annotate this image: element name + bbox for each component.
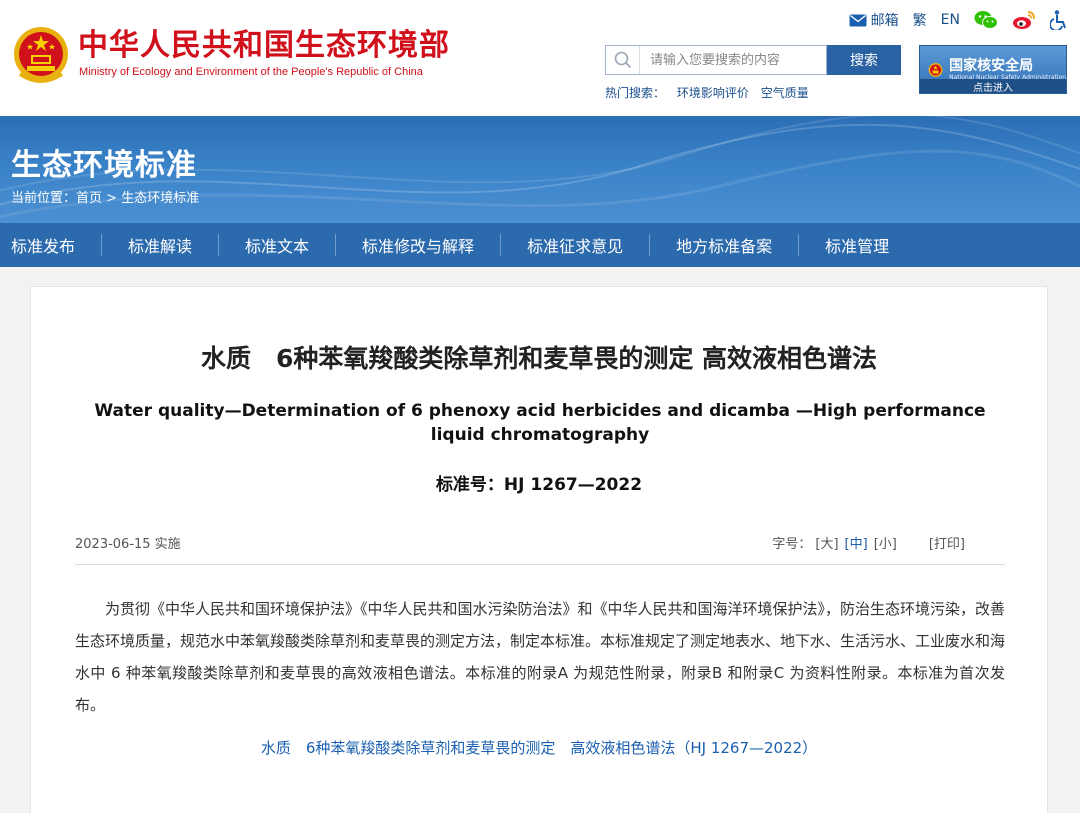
main-nav: 标准发布 标准解读 标准文本 标准修改与解释 标准征求意见 地方标准备案 标准管… (0, 223, 1080, 267)
weibo-icon[interactable] (1012, 10, 1036, 30)
traditional-chinese-link[interactable]: 繁 (913, 10, 927, 30)
mail-icon (849, 14, 867, 26)
nav-item-standard-management[interactable]: 标准管理 (799, 223, 915, 267)
font-size-medium-button[interactable]: [中] (845, 533, 868, 552)
article-title-en: Water quality—Determination of 6 phenoxy… (94, 401, 986, 445)
nnsa-name-cn: 国家核安全局 (949, 57, 1034, 74)
search-icon[interactable] (606, 46, 640, 74)
font-size-label: 字号： (772, 537, 812, 552)
article-card: 水质 6种苯氧羧酸类除草剂和麦草畏的测定 高效液相色谱法 Water quali… (30, 286, 1048, 813)
nav-item-standard-consultation[interactable]: 标准征求意见 (501, 223, 649, 267)
site-logo-subtitle[interactable]: Ministry of Ecology and Environment of t… (79, 66, 423, 78)
nav-item-local-standard-filing[interactable]: 地方标准备案 (650, 223, 798, 267)
nav-item-standard-revision[interactable]: 标准修改与解释 (336, 223, 500, 267)
breadcrumb-home[interactable]: 首页 (76, 191, 102, 206)
hot-search-item[interactable]: 空气质量 (761, 86, 809, 100)
nnsa-banner-link[interactable]: 国家核安全局 National Nuclear Safety Administr… (919, 45, 1067, 94)
article-body: 为贯彻《中华人民共和国环境保护法》《中华人民共和国水污染防治法》和《中华人民共和… (75, 600, 1006, 714)
nav-item-standard-interpretation[interactable]: 标准解读 (102, 223, 218, 267)
hot-search-item[interactable]: 环境影响评价 (677, 86, 749, 100)
font-size-small-button[interactable]: [小] (874, 533, 897, 552)
breadcrumb: 当前位置：首页 > 生态环境标准 (11, 187, 199, 206)
site-header: 中华人民共和国生态环境部 Ministry of Ecology and Env… (0, 0, 1080, 116)
top-links: 邮箱 繁 EN (849, 8, 1068, 32)
national-emblem-icon[interactable] (12, 24, 70, 86)
breadcrumb-separator: > (102, 191, 122, 206)
font-size-large-button[interactable]: [大] (815, 533, 838, 552)
site-logo-title[interactable]: 中华人民共和国生态环境部 (78, 26, 450, 66)
nav-item-standard-release[interactable]: 标准发布 (0, 223, 101, 267)
print-button[interactable]: [打印] (929, 533, 965, 552)
article-tools: 字号： [大] [中] [小] [打印] (772, 533, 965, 552)
breadcrumb-current[interactable]: 生态环境标准 (121, 191, 199, 206)
page-banner: 生态环境标准 当前位置：首页 > 生态环境标准 (0, 116, 1080, 223)
mail-link[interactable]: 邮箱 (849, 10, 899, 30)
search-box (605, 45, 827, 75)
nav-item-standard-text[interactable]: 标准文本 (219, 223, 335, 267)
hot-search: 热门搜索： 环境影响评价 空气质量 (605, 84, 817, 101)
accessibility-icon[interactable] (1050, 10, 1068, 30)
search-button[interactable]: 搜索 (827, 45, 901, 75)
wechat-icon[interactable] (974, 10, 998, 30)
hot-search-label: 热门搜索： (605, 86, 666, 100)
breadcrumb-prefix: 当前位置： (11, 191, 77, 206)
mail-link-label: 邮箱 (870, 13, 899, 29)
page-title: 生态环境标准 (11, 148, 197, 183)
attachment-link[interactable]: 水质 6种苯氧羧酸类除草剂和麦草畏的测定 高效液相色谱法（HJ 1267—202… (31, 737, 1047, 758)
implementation-date: 2023-06-15 实施 (75, 537, 181, 552)
nnsa-enter-label: 点击进入 (920, 79, 1066, 94)
article-meta: 2023-06-15 实施 字号： [大] [中] [小] [打印] (75, 531, 1005, 565)
article-title-cn: 水质 6种苯氧羧酸类除草剂和麦草畏的测定 高效液相色谱法 (200, 344, 878, 373)
search-input[interactable] (640, 46, 826, 74)
english-link[interactable]: EN (941, 12, 960, 28)
standard-number: 标准号：HJ 1267—2022 (435, 475, 643, 495)
